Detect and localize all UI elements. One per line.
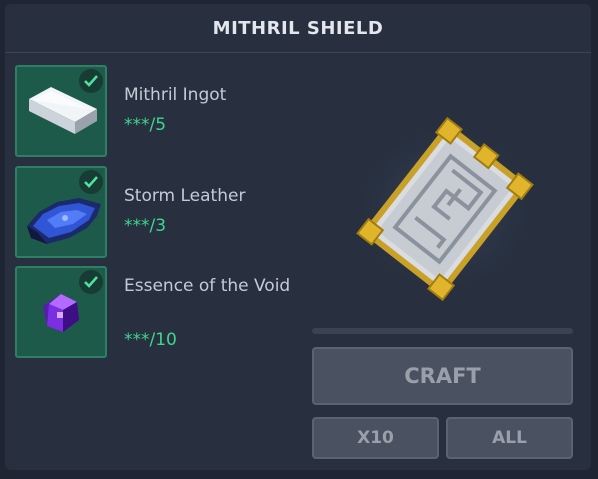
- check-icon: [79, 69, 103, 93]
- ingredient-row: Storm Leather ***/3: [15, 166, 315, 261]
- ingredient-name: Essence of the Void: [124, 276, 291, 296]
- craft-progress-bar: [312, 328, 573, 334]
- ingredient-slot[interactable]: [15, 166, 107, 258]
- ingredient-slot[interactable]: [15, 266, 107, 358]
- check-icon: [79, 270, 103, 294]
- ingredient-count: ***/10: [124, 330, 177, 350]
- craft-all-button[interactable]: ALL: [446, 417, 573, 459]
- craft-button[interactable]: CRAFT: [312, 347, 573, 405]
- ingredient-row: Essence of the Void ***/10: [15, 266, 315, 361]
- check-icon: [79, 170, 103, 194]
- ingredient-count: ***/5: [124, 115, 167, 135]
- crafting-panel: MITHRIL SHIELD Mithril Ingot ***/5 Storm…: [5, 4, 591, 470]
- ingredient-name: Mithril Ingot: [124, 85, 227, 105]
- item-title: MITHRIL SHIELD: [5, 4, 591, 53]
- craft-x10-button[interactable]: X10: [312, 417, 439, 459]
- mithril-shield-icon: [350, 116, 540, 302]
- ingredient-name: Storm Leather: [124, 186, 246, 206]
- ingredient-row: Mithril Ingot ***/5: [15, 65, 315, 160]
- ingredient-count: ***/3: [124, 216, 167, 236]
- ingredient-slot[interactable]: [15, 65, 107, 157]
